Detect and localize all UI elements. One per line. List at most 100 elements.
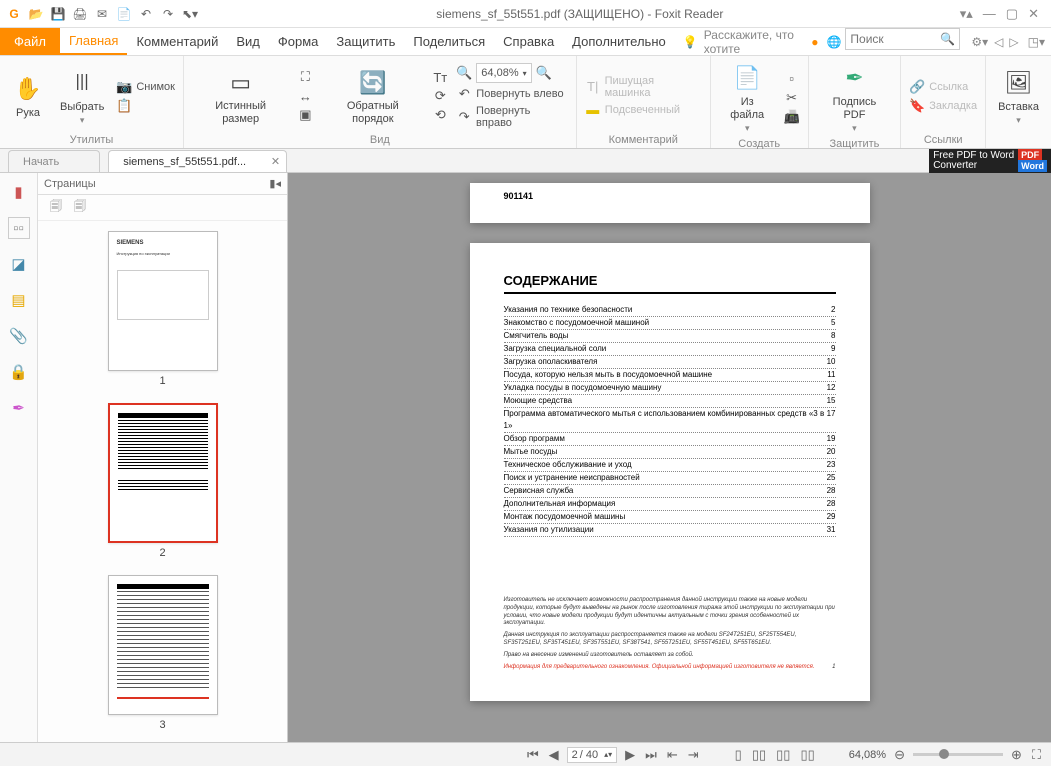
tab-protect[interactable]: Защитить [327, 28, 404, 55]
thumb-3[interactable]: 3 [108, 575, 218, 731]
doc-tab-start[interactable]: Начать [8, 150, 100, 172]
document-view[interactable]: 901141 СОДЕРЖАНИЕ Указания по технике бе… [288, 173, 1051, 742]
reverse-order-button[interactable]: 🔄Обратный порядок [321, 64, 424, 127]
page-input[interactable]: 2/ 40▴▾ [567, 747, 618, 763]
pointer-icon[interactable]: ⬉▾ [180, 4, 200, 24]
facing-cont-icon[interactable]: ▯▯ [798, 747, 816, 763]
search-input[interactable] [850, 32, 940, 46]
clip-button[interactable]: ✂ [784, 89, 800, 107]
tab-help[interactable]: Справка [494, 28, 563, 55]
orange-dot-icon[interactable]: ● [807, 35, 822, 49]
facing-icon[interactable]: ▯▯ [774, 747, 792, 763]
tab-share[interactable]: Поделиться [404, 28, 494, 55]
save-icon[interactable]: 💾 [48, 4, 68, 24]
zoom-slider[interactable] [913, 753, 1003, 756]
clipboard-button[interactable]: 📋 [116, 97, 175, 115]
fwd-icon[interactable]: ⇥ [686, 747, 701, 763]
nav-signatures-icon[interactable]: ✒ [8, 397, 30, 419]
fit-width-button[interactable]: ↔ [297, 87, 313, 105]
snapshot-button[interactable]: 📷Снимок [116, 78, 175, 96]
back-icon[interactable]: ⇤ [665, 747, 680, 763]
nav-bookmarks-icon[interactable]: ▮ [8, 181, 30, 203]
thumb-1[interactable]: SIEMENSИнструкция по эксплуатации 1 [108, 231, 218, 387]
insert-button[interactable]: 🖼Вставка▾ [994, 65, 1043, 128]
scanner-button[interactable]: 📠 [784, 108, 800, 126]
highlight-button[interactable]: ▬Подсвеченный [585, 101, 702, 119]
fit-page-button[interactable]: ⛶ [297, 68, 313, 86]
reflow-button[interactable]: Tт [432, 68, 448, 86]
ad-banner[interactable]: Free PDF to Word Converter PDFWord [929, 149, 1051, 173]
app-logo-icon: G [4, 4, 24, 24]
collapse-pane-icon[interactable]: ▮◂ [269, 177, 281, 190]
undo-icon[interactable]: ↶ [136, 4, 156, 24]
insert-icon: 🖼 [1003, 67, 1035, 99]
nav-next-icon[interactable]: ▷ [1006, 35, 1021, 49]
zoom-in-icon[interactable]: 🔍 [536, 65, 552, 81]
bookmark-button[interactable]: 🔖Закладка [909, 97, 977, 115]
last-page-icon[interactable]: ⏭ [643, 747, 659, 763]
zoom-box[interactable]: 64,08%▾ [476, 63, 531, 83]
open-icon[interactable]: 📂 [26, 4, 46, 24]
world-icon[interactable]: 🌐 [822, 35, 845, 49]
from-file-button[interactable]: 📄Из файла▾ [719, 60, 776, 136]
single-page-icon[interactable]: ▯ [733, 747, 744, 763]
nav-prev-icon[interactable]: ◁ [991, 35, 1006, 49]
fit-visible-button[interactable]: ▣ [297, 106, 313, 124]
restore-down-icon[interactable]: — [983, 6, 996, 22]
sign-icon: ✒ [838, 62, 870, 94]
maximize-icon[interactable]: ▢ [1006, 6, 1018, 22]
link-button[interactable]: 🔗Ссылка [909, 78, 977, 96]
nav-layers-icon[interactable]: ◪ [8, 253, 30, 275]
actual-size-button[interactable]: ▭Истинный размер [192, 64, 289, 127]
new-icon[interactable]: 📄 [114, 4, 134, 24]
typewriter-button[interactable]: T|Пишущая машинка [585, 74, 702, 100]
hand-tool-button[interactable]: ✋Рука [8, 71, 48, 122]
tab-extra[interactable]: Дополнительно [563, 28, 675, 55]
sign-button[interactable]: ✒Подпись PDF▾ [817, 60, 893, 136]
next-page-icon[interactable]: ▶ [623, 747, 637, 763]
tab-view[interactable]: Вид [227, 28, 269, 55]
nav-attachments-icon[interactable]: 📎 [8, 325, 30, 347]
continuous-icon[interactable]: ▯▯ [750, 747, 768, 763]
search-icon[interactable]: 🔍 [940, 32, 955, 46]
gear-icon[interactable]: ⚙▾ [968, 35, 991, 49]
zoom-in-status-icon[interactable]: ⊕ [1009, 747, 1024, 763]
rotate-cw-button[interactable]: ⟳ [432, 87, 448, 105]
doc-tab-file[interactable]: siemens_sf_55t551.pdf...✕ [108, 150, 287, 172]
tab-comment[interactable]: Комментарий [127, 28, 227, 55]
tab-home[interactable]: Главная [60, 28, 127, 55]
prev-page-icon[interactable]: ◀ [547, 747, 561, 763]
nav-security-icon[interactable]: 🔒 [8, 361, 30, 383]
tab-form[interactable]: Форма [269, 28, 328, 55]
minimize-icon[interactable]: ▾▴ [960, 6, 973, 22]
thumb-tool-1-icon[interactable]: 🗐 [50, 197, 62, 218]
rotate-right-icon: ↷ [456, 109, 472, 125]
page-icon: ▭ [225, 66, 257, 98]
close-tab-icon[interactable]: ✕ [271, 155, 280, 168]
fullscreen-icon[interactable]: ⛶ [1030, 747, 1043, 763]
group-comment-label: Комментарий [609, 132, 678, 146]
zoom-out-status-icon[interactable]: ⊖ [892, 747, 907, 763]
first-page-icon[interactable]: ⏮ [525, 747, 541, 763]
email-icon[interactable]: ✉ [92, 4, 112, 24]
search-box[interactable]: 🔍 [845, 28, 960, 50]
thumb-tool-2-icon[interactable]: 🗐 [74, 197, 86, 218]
rotate-right-button[interactable]: ↷Повернуть вправо [456, 104, 568, 130]
nav-pages-icon[interactable]: ▫▫ [8, 217, 30, 239]
blank-button[interactable]: ▫ [784, 70, 800, 88]
print-icon[interactable]: 🖨 [70, 4, 90, 24]
fit-width-icon: ↔ [297, 88, 313, 104]
zoom-controls[interactable]: 🔍64,08%▾🔍 [456, 62, 568, 84]
redo-icon[interactable]: ↷ [158, 4, 178, 24]
collapse-ribbon-icon[interactable]: ◳▾ [1022, 35, 1051, 49]
rotate-ccw-button[interactable]: ⟲ [432, 106, 448, 124]
thumb-2[interactable]: 2 [108, 403, 218, 559]
select-icon: ꔖ [66, 67, 98, 99]
close-window-icon[interactable]: ✕ [1028, 6, 1039, 22]
tell-me[interactable]: 💡Расскажите, что хотите [675, 28, 807, 55]
nav-comments-icon[interactable]: ▤ [8, 289, 30, 311]
zoom-out-icon[interactable]: 🔍 [456, 65, 472, 81]
select-tool-button[interactable]: ꔖВыбрать▾ [56, 65, 108, 128]
file-tab[interactable]: Файл [0, 28, 60, 55]
rotate-left-button[interactable]: ↶Повернуть влево [456, 85, 568, 103]
